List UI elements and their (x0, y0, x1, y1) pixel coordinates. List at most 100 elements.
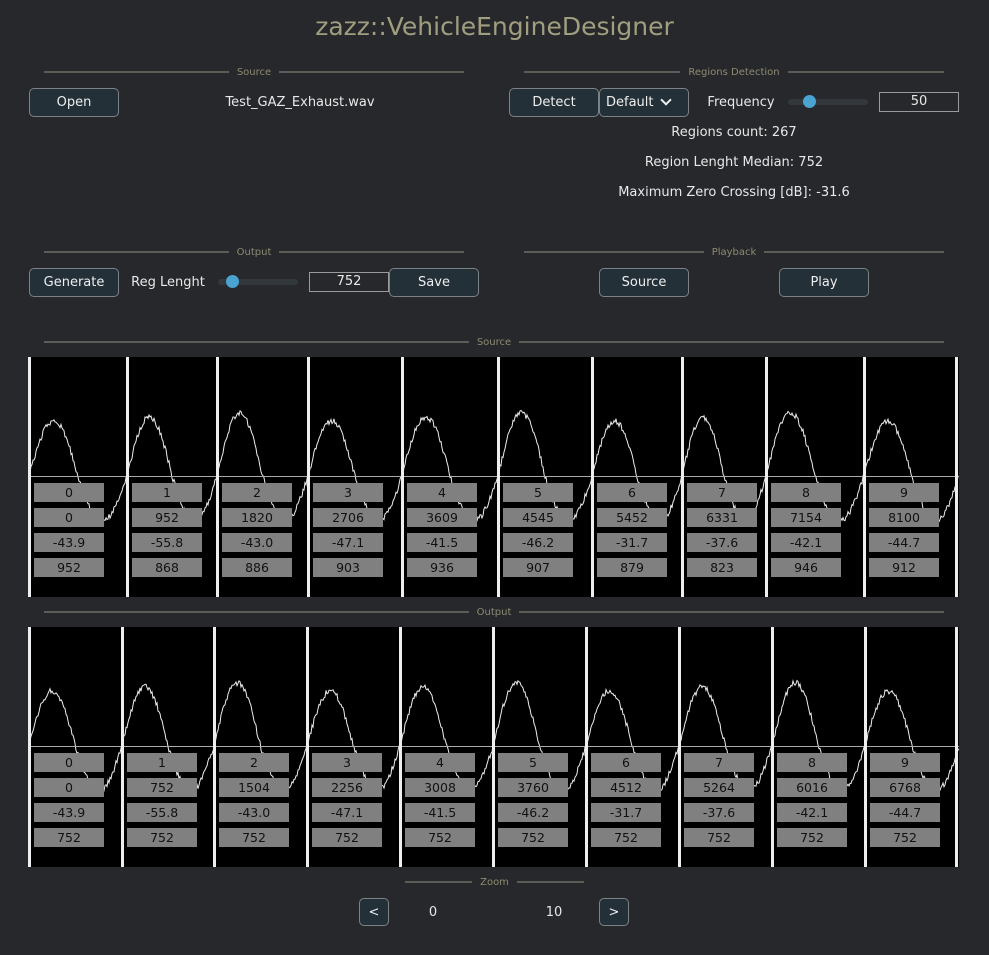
region-start-label: 4545 (503, 508, 573, 527)
region-db-label: -31.7 (591, 803, 661, 822)
region-index-label: 7 (684, 753, 754, 772)
zoom-next-button[interactable]: > (599, 898, 629, 926)
max-zero-crossing: Maximum Zero Crossing [dB]: -31.6 (618, 185, 850, 200)
region-divider[interactable] (126, 357, 129, 597)
region-start-label: 3609 (407, 508, 477, 527)
region-divider[interactable] (28, 357, 31, 597)
region-index-label: 9 (869, 483, 939, 502)
reg-length-input[interactable]: 752 (309, 272, 389, 292)
region-length-label: 912 (869, 558, 939, 577)
region-index-label: 9 (870, 753, 940, 772)
region-start-label: 2256 (312, 778, 382, 797)
section-label: Output (236, 246, 272, 258)
region-index-label: 4 (407, 483, 477, 502)
app-title: zazz::VehicleEngineDesigner (315, 12, 674, 41)
source-waveform-view[interactable]: 0 1 2 3 4 5 6 7 8 9 0 952 1820 2706 3609 4545 5452 6331 71… (28, 357, 959, 597)
region-divider[interactable] (591, 357, 594, 597)
frequency-input[interactable]: 50 (879, 92, 959, 112)
save-button[interactable]: Save (389, 268, 479, 297)
section-label: Regions Detection (688, 66, 780, 78)
region-divider[interactable] (492, 627, 495, 867)
slider-knob[interactable] (803, 95, 816, 108)
region-length-label: 752 (127, 828, 197, 847)
region-start-label: 952 (132, 508, 202, 527)
region-divider[interactable] (216, 357, 219, 597)
play-button[interactable]: Play (779, 268, 869, 297)
output-section-header: Output (44, 245, 464, 259)
region-index-label: 5 (498, 753, 568, 772)
region-start-label: 5264 (684, 778, 754, 797)
mode-dropdown[interactable]: Default (599, 88, 689, 117)
source-view-header: Source (44, 335, 945, 349)
region-db-label: -47.1 (313, 533, 383, 552)
slider-knob[interactable] (226, 275, 239, 288)
region-db-label: -42.1 (777, 803, 847, 822)
open-button[interactable]: Open (29, 88, 119, 117)
region-divider[interactable] (306, 627, 309, 867)
zoom-header: Zoom (405, 875, 585, 889)
region-start-label: 7154 (771, 508, 841, 527)
region-divider[interactable] (497, 357, 500, 597)
region-divider[interactable] (955, 357, 958, 597)
play-source-button[interactable]: Source (599, 268, 689, 297)
region-length-label: 752 (34, 828, 104, 847)
region-length-label: 936 (407, 558, 477, 577)
region-divider[interactable] (121, 627, 124, 867)
region-index-label: 7 (687, 483, 757, 502)
region-start-label: 8100 (869, 508, 939, 527)
source-section-header: Source (44, 65, 465, 79)
region-db-label: -41.5 (405, 803, 475, 822)
region-db-label: -31.7 (597, 533, 667, 552)
region-length-label: 752 (498, 828, 568, 847)
region-length-label: 752 (684, 828, 754, 847)
waveform-line (29, 409, 959, 526)
region-db-label: -37.6 (687, 533, 757, 552)
region-divider[interactable] (28, 627, 31, 867)
region-divider[interactable] (585, 627, 588, 867)
region-start-label: 3008 (405, 778, 475, 797)
region-db-label: -42.1 (771, 533, 841, 552)
frequency-label: Frequency (707, 95, 775, 110)
section-label: Output (476, 606, 512, 618)
frequency-slider[interactable] (788, 95, 868, 108)
region-length-label: 952 (34, 558, 104, 577)
region-divider[interactable] (771, 627, 774, 867)
detect-button[interactable]: Detect (509, 88, 599, 117)
region-length-label: 868 (132, 558, 202, 577)
region-db-label: -47.1 (312, 803, 382, 822)
region-divider[interactable] (213, 627, 216, 867)
chevron-down-icon (659, 94, 672, 106)
region-divider[interactable] (863, 357, 866, 597)
region-divider[interactable] (401, 357, 404, 597)
region-index-label: 5 (503, 483, 573, 502)
region-db-label: -37.6 (684, 803, 754, 822)
region-divider[interactable] (864, 627, 867, 867)
region-divider[interactable] (955, 627, 958, 867)
region-index-label: 3 (312, 753, 382, 772)
region-start-label: 1504 (219, 778, 289, 797)
region-index-label: 4 (405, 753, 475, 772)
section-label: Playback (711, 246, 757, 258)
region-index-label: 8 (771, 483, 841, 502)
region-divider[interactable] (681, 357, 684, 597)
generate-button[interactable]: Generate (29, 268, 119, 297)
zoom-prev-button[interactable]: < (359, 898, 389, 926)
region-divider[interactable] (678, 627, 681, 867)
region-length-label: 886 (222, 558, 292, 577)
region-length-label: 907 (503, 558, 573, 577)
region-divider[interactable] (765, 357, 768, 597)
region-index-label: 1 (132, 483, 202, 502)
region-length-label: 752 (405, 828, 475, 847)
output-waveform-view[interactable]: 0 1 2 3 4 5 6 7 8 9 0 752 1504 2256 3008 3760 4512 5264 60… (28, 627, 959, 867)
region-length-label: 946 (771, 558, 841, 577)
region-db-label: -43.0 (222, 533, 292, 552)
region-index-label: 2 (222, 483, 292, 502)
region-divider[interactable] (307, 357, 310, 597)
region-start-label: 5452 (597, 508, 667, 527)
region-start-label: 3760 (498, 778, 568, 797)
zoom-end: 10 (545, 905, 563, 920)
reg-length-slider[interactable] (218, 275, 298, 288)
region-divider[interactable] (399, 627, 402, 867)
region-start-label: 1820 (222, 508, 292, 527)
region-index-label: 6 (597, 483, 667, 502)
